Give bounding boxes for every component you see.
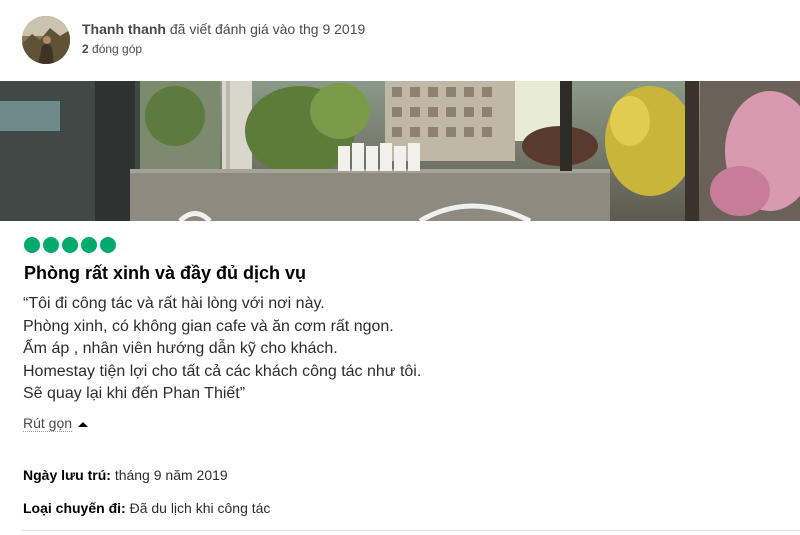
review-header: Thanh thanh đã viết đánh giá vào thg 9 2…: [22, 16, 782, 66]
review-date-text: đã viết đánh giá vào thg 9 2019: [169, 21, 366, 37]
trip-type: Loại chuyến đi: Đã du lịch khi công tác: [23, 500, 270, 516]
stay-date-value: tháng 9 năm 2019: [114, 467, 228, 483]
review-body-line: Phòng xinh, có không gian cafe và ăn cơm…: [23, 317, 394, 335]
review-body-line: “Tôi đi công tác và rất hài lòng với nơi…: [23, 295, 325, 312]
author-name[interactable]: Thanh thanh: [82, 21, 166, 37]
review-title[interactable]: Phòng rất xinh và đầy đủ dịch vụ: [24, 263, 306, 284]
rating-bubbles: [24, 237, 116, 253]
rating-bubble: [43, 237, 59, 253]
stay-date: Ngày lưu trú: tháng 9 năm 2019: [23, 467, 228, 483]
caret-up-icon: [78, 421, 89, 427]
author-line: Thanh thanh đã viết đánh giá vào thg 9 2…: [82, 21, 365, 37]
contributions: 2 đóng góp: [82, 42, 142, 56]
review-body: “Tôi đi công tác và rất hài lòng với nơi…: [23, 293, 421, 406]
divider: [22, 530, 800, 531]
review-body-line: Ấm áp , nhân viên hướng dẫn kỹ cho khách…: [23, 340, 338, 357]
trip-type-value: Đã du lịch khi công tác: [129, 500, 271, 516]
rating-bubble: [24, 237, 40, 253]
collapse-label[interactable]: Rút gọn: [23, 415, 73, 432]
author-avatar[interactable]: [22, 16, 70, 64]
rating-bubble: [62, 237, 78, 253]
collapse-button[interactable]: Rút gọn: [23, 415, 89, 432]
trip-type-label: Loại chuyến đi:: [23, 500, 126, 516]
contributions-label: đóng góp: [92, 42, 143, 56]
rating-bubble: [100, 237, 116, 253]
review-body-line: Homestay tiện lợi cho tất cả các khách c…: [23, 362, 422, 380]
contributions-count: 2: [82, 42, 89, 56]
review-body-line: Sẽ quay lại khi đến Phan Thiết”: [23, 385, 246, 402]
rating-bubble: [81, 237, 97, 253]
stay-date-label: Ngày lưu trú:: [23, 467, 111, 483]
review-photo[interactable]: [0, 81, 800, 221]
